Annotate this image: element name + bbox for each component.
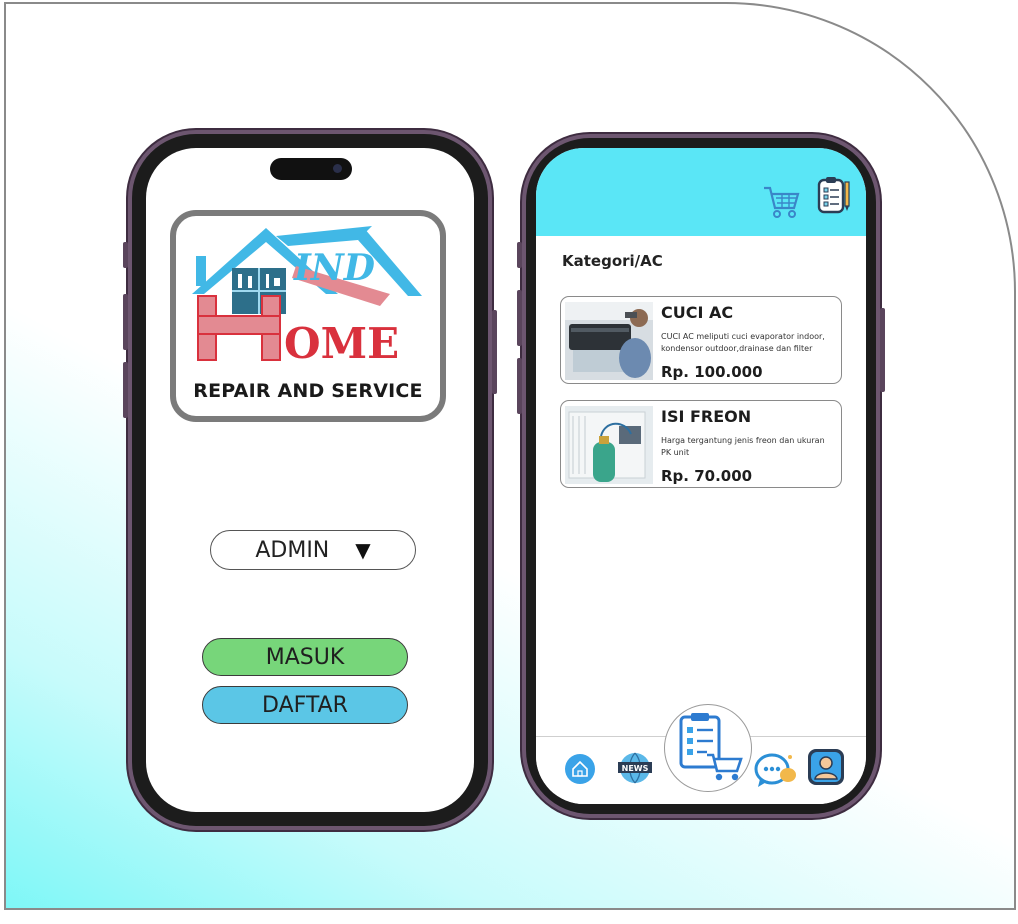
isi-freon-image bbox=[565, 406, 653, 484]
login-screen: IND OME REPAIR AND SERVICE ADMIN ▼ MASUK… bbox=[146, 148, 474, 812]
cart-icon[interactable] bbox=[762, 184, 802, 224]
service-card-cuci-ac[interactable]: CUCI AC CUCI AC meliputi cuci evaporator… bbox=[560, 296, 842, 384]
profile-icon[interactable] bbox=[806, 747, 846, 791]
service-name: ISI FREON bbox=[661, 407, 752, 426]
svg-text:OME: OME bbox=[284, 319, 399, 368]
mute-button bbox=[517, 242, 522, 268]
app-logo: IND OME REPAIR AND SERVICE bbox=[170, 210, 446, 422]
cuci-ac-image bbox=[565, 302, 653, 380]
order-checklist-cart-icon bbox=[679, 713, 743, 781]
daftar-button[interactable]: DAFTAR bbox=[202, 686, 408, 724]
news-badge: NEWS bbox=[622, 764, 649, 773]
svg-text:IND: IND bbox=[293, 247, 375, 289]
service-name: CUCI AC bbox=[661, 303, 734, 322]
logo-subtitle: REPAIR AND SERVICE bbox=[193, 380, 423, 402]
dynamic-island bbox=[270, 158, 352, 180]
service-price: Rp. 70.000 bbox=[661, 467, 753, 485]
power-button bbox=[880, 308, 885, 392]
order-list-icon[interactable] bbox=[816, 176, 852, 220]
service-description: Harga tergantung jenis freon dan ukuran … bbox=[661, 436, 825, 457]
volume-down-button bbox=[123, 362, 128, 418]
catalog-screen: Kategori/AC CUCI AC CUCI AC meliputi cuc… bbox=[536, 148, 866, 804]
dropdown-arrow-icon: ▼ bbox=[355, 538, 371, 562]
service-card-isi-freon[interactable]: ISI FREON Harga tergantung jenis freon d… bbox=[560, 400, 842, 488]
camera-icon bbox=[333, 164, 342, 173]
page-title: Kategori/AC bbox=[562, 252, 663, 270]
service-description: CUCI AC meliputi cuci evaporator indoor,… bbox=[661, 332, 825, 353]
volume-up-button bbox=[123, 294, 128, 350]
chat-icon[interactable] bbox=[754, 749, 798, 793]
news-icon[interactable]: NEWS bbox=[616, 749, 654, 791]
home-icon[interactable] bbox=[564, 753, 596, 789]
role-dropdown-value: ADMIN bbox=[255, 537, 330, 563]
login-phone: IND OME REPAIR AND SERVICE ADMIN ▼ MASUK… bbox=[123, 134, 497, 826]
background-card: IND OME REPAIR AND SERVICE ADMIN ▼ MASUK… bbox=[4, 2, 1016, 910]
masuk-button[interactable]: MASUK bbox=[202, 638, 408, 676]
power-button bbox=[492, 310, 497, 394]
role-dropdown[interactable]: ADMIN ▼ bbox=[210, 530, 416, 570]
catalog-phone: Kategori/AC CUCI AC CUCI AC meliputi cuc… bbox=[517, 138, 885, 814]
volume-up-button bbox=[517, 290, 522, 346]
service-price: Rp. 100.000 bbox=[661, 363, 763, 381]
volume-down-button bbox=[517, 358, 522, 414]
mute-button bbox=[123, 242, 128, 268]
order-fab[interactable] bbox=[664, 704, 752, 792]
header-bar bbox=[536, 148, 866, 236]
